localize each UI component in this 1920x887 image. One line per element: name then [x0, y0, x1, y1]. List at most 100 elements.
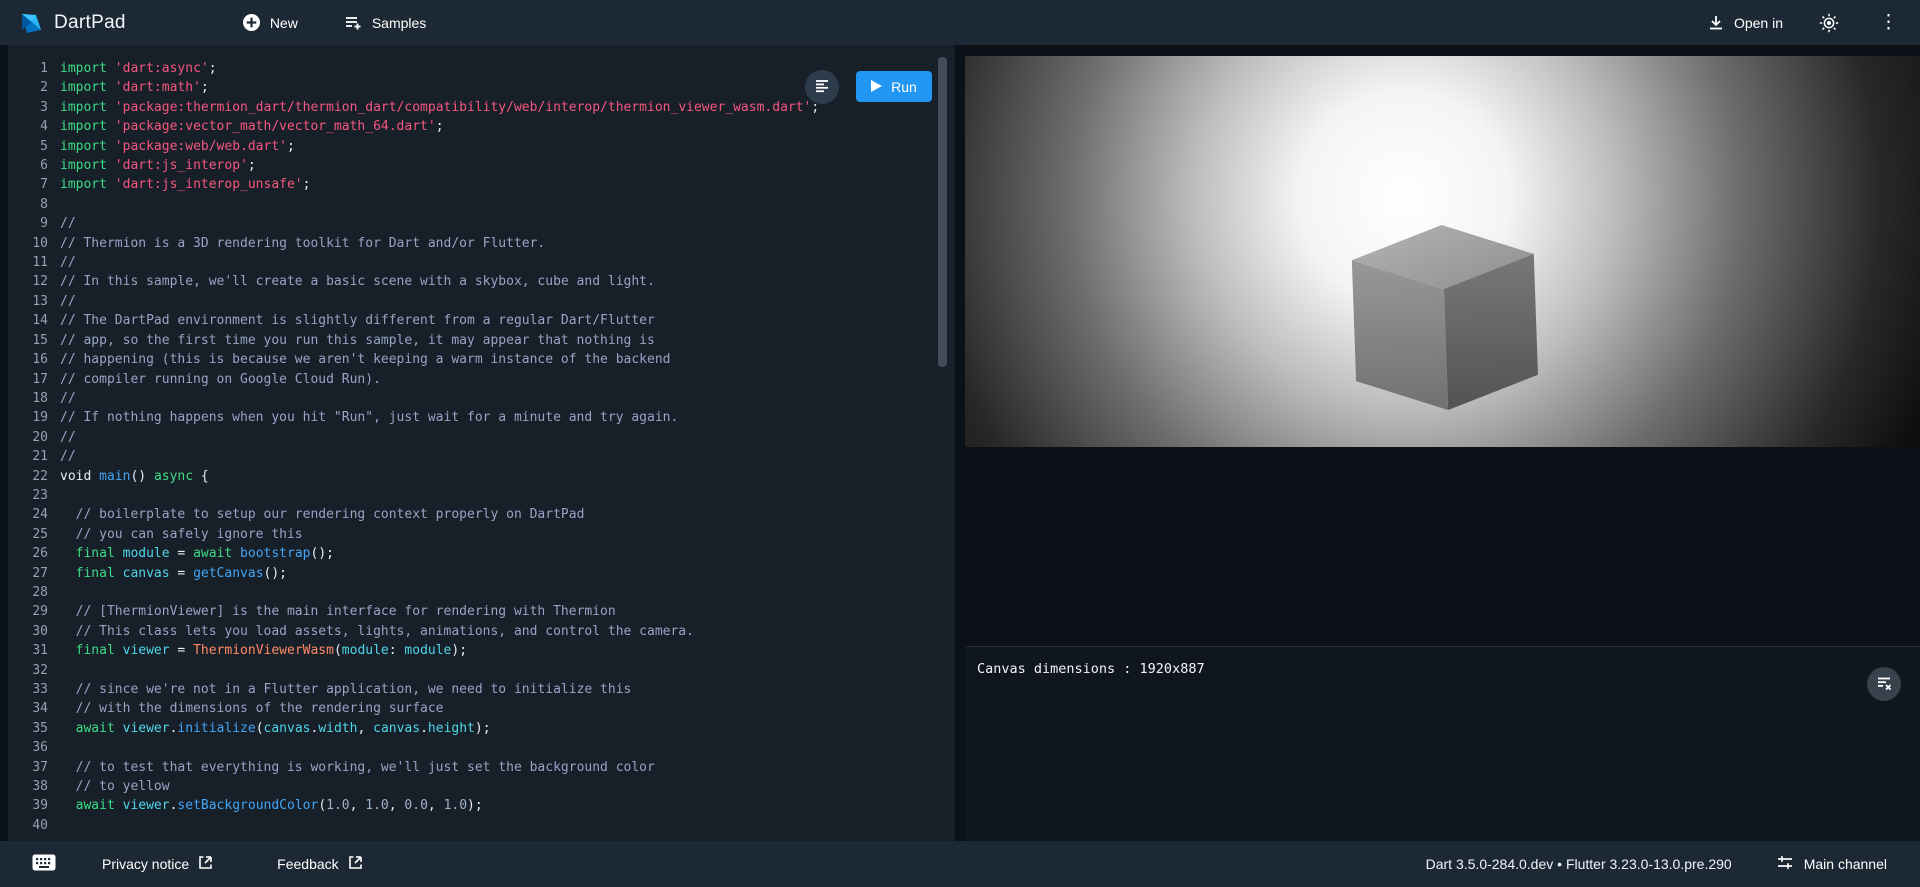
code-line[interactable]: 35 await viewer.initialize(canvas.width,…	[8, 719, 941, 738]
code-line-text: // Thermion is a 3D rendering toolkit fo…	[60, 234, 545, 253]
code-line[interactable]: 11//	[8, 253, 941, 272]
line-number: 7	[8, 175, 48, 194]
output-panel: Canvas dimensions : 1920x887	[965, 45, 1920, 841]
code-line-text: // compiler running on Google Cloud Run)…	[60, 370, 381, 389]
code-line[interactable]: 27 final canvas = getCanvas();	[8, 564, 941, 583]
code-line-text: import 'package:thermion_dart/thermion_d…	[60, 98, 819, 117]
line-number: 2	[8, 78, 48, 97]
code-line[interactable]: 37 // to test that everything is working…	[8, 758, 941, 777]
line-number: 10	[8, 234, 48, 253]
line-number: 14	[8, 311, 48, 330]
code-line[interactable]: 25 // you can safely ignore this	[8, 525, 941, 544]
privacy-notice-label: Privacy notice	[102, 856, 189, 872]
clear-console-button[interactable]	[1867, 667, 1901, 701]
line-number: 38	[8, 777, 48, 796]
code-line[interactable]: 18//	[8, 389, 941, 408]
new-button[interactable]: New	[242, 13, 298, 32]
code-line[interactable]: 6 import 'dart:js_interop';	[8, 156, 941, 175]
code-line-text: //	[60, 389, 76, 408]
privacy-notice-link[interactable]: Privacy notice	[102, 855, 213, 873]
line-number: 27	[8, 564, 48, 583]
code-line[interactable]: 39 await viewer.setBackgroundColor(1.0, …	[8, 796, 941, 815]
render-canvas[interactable]	[965, 56, 1920, 447]
code-line[interactable]: 17 // compiler running on Google Cloud Ru…	[8, 370, 941, 389]
code-line-text: // to yellow	[60, 777, 170, 796]
line-number: 28	[8, 583, 48, 602]
line-number: 22	[8, 467, 48, 486]
code-line[interactable]: 40	[8, 816, 941, 835]
code-line-text	[60, 738, 68, 757]
line-number: 23	[8, 486, 48, 505]
console-panel: Canvas dimensions : 1920x887	[965, 646, 1920, 841]
overflow-menu-button[interactable]: ⋮	[1875, 13, 1902, 32]
code-line[interactable]: 13//	[8, 292, 941, 311]
open-in-button[interactable]: Open in	[1707, 14, 1783, 32]
add-circle-icon	[242, 13, 261, 32]
line-number: 21	[8, 447, 48, 466]
code-line[interactable]: 8	[8, 195, 941, 214]
code-line-text: // In this sample, we'll create a basic …	[60, 272, 655, 291]
code-line[interactable]: 31 final viewer = ThermionViewerWasm(mod…	[8, 641, 941, 660]
code-line[interactable]: 19// If nothing happens when you hit "Ru…	[8, 408, 941, 427]
code-line[interactable]: 5import 'package:web/web.dart';	[8, 137, 941, 156]
code-line-text: import 'dart:js_interop';	[60, 156, 256, 175]
code-line[interactable]: 34 // with the dimensions of the renderi…	[8, 699, 941, 718]
channel-selector[interactable]: Main channel	[1776, 854, 1887, 875]
editor-scrollbar-thumb[interactable]	[938, 57, 947, 367]
run-button[interactable]: Run	[856, 71, 932, 102]
line-number: 36	[8, 738, 48, 757]
line-number: 40	[8, 816, 48, 835]
code-line-text: import 'package:web/web.dart';	[60, 137, 295, 156]
feedback-link[interactable]: Feedback	[277, 855, 362, 873]
line-number: 17	[8, 370, 48, 389]
format-button[interactable]	[805, 70, 839, 104]
code-line[interactable]: 23	[8, 486, 941, 505]
code-line[interactable]: 28	[8, 583, 941, 602]
code-line-text: //	[60, 214, 76, 233]
code-line-text: // The DartPad environment is slightly d…	[60, 311, 655, 330]
code-line[interactable]: 7 import 'dart:js_interop_unsafe';	[8, 175, 941, 194]
line-number: 6	[8, 156, 48, 175]
code-line[interactable]: 30 // This class lets you load assets, l…	[8, 622, 941, 641]
brightness-icon	[1819, 13, 1839, 33]
line-number: 25	[8, 525, 48, 544]
code-line-text: // If nothing happens when you hit "Run"…	[60, 408, 678, 427]
code-line[interactable]: 33 // since we're not in a Flutter appli…	[8, 680, 941, 699]
keyboard-shortcuts-button[interactable]	[32, 854, 56, 874]
code-line-text: // you can safely ignore this	[60, 525, 303, 544]
code-editor[interactable]: 1import 'dart:async';2import 'dart:math'…	[8, 45, 955, 841]
code-line[interactable]: 12// In this sample, we'll create a basi…	[8, 272, 941, 291]
code-line[interactable]: 22void main() async {	[8, 467, 941, 486]
code-line-text: //	[60, 428, 76, 447]
code-line[interactable]: 38 // to yellow	[8, 777, 941, 796]
line-number: 32	[8, 661, 48, 680]
code-line[interactable]: 9//	[8, 214, 941, 233]
code-line[interactable]: 21//	[8, 447, 941, 466]
channel-label: Main channel	[1804, 856, 1887, 872]
code-line[interactable]: 10 // Thermion is a 3D rendering toolkit …	[8, 234, 941, 253]
code-line[interactable]: 3import 'package:thermion_dart/thermion_…	[8, 98, 941, 117]
code-line-text: // app, so the first time you run this s…	[60, 331, 655, 350]
code-lines[interactable]: 1import 'dart:async';2import 'dart:math'…	[8, 59, 941, 835]
code-line-text: //	[60, 292, 76, 311]
code-line[interactable]: 20//	[8, 428, 941, 447]
code-line[interactable]: 36	[8, 738, 941, 757]
line-number: 15	[8, 331, 48, 350]
line-number: 35	[8, 719, 48, 738]
code-line[interactable]: 32	[8, 661, 941, 680]
theme-toggle-button[interactable]	[1819, 13, 1839, 33]
download-icon	[1707, 14, 1725, 32]
code-line[interactable]: 15 // app, so the first time you run this…	[8, 331, 941, 350]
code-line[interactable]: 26 final module = await bootstrap();	[8, 544, 941, 563]
code-line[interactable]: 24 // boilerplate to setup our rendering…	[8, 505, 941, 524]
code-line[interactable]: 14 // The DartPad environment is slightly…	[8, 311, 941, 330]
code-line[interactable]: 4import 'package:vector_math/vector_math…	[8, 117, 941, 136]
code-line-text: import 'dart:js_interop_unsafe';	[60, 175, 310, 194]
code-line[interactable]: 16// happening (this is because we aren'…	[8, 350, 941, 369]
code-line[interactable]: 1import 'dart:async';	[8, 59, 941, 78]
code-line[interactable]: 29 // [ThermionViewer] is the main inter…	[8, 602, 941, 621]
app-title: DartPad	[54, 12, 126, 34]
code-line-text: // happening (this is because we aren't …	[60, 350, 670, 369]
code-line[interactable]: 2import 'dart:math';	[8, 78, 941, 97]
samples-button[interactable]: Samples	[344, 13, 426, 32]
